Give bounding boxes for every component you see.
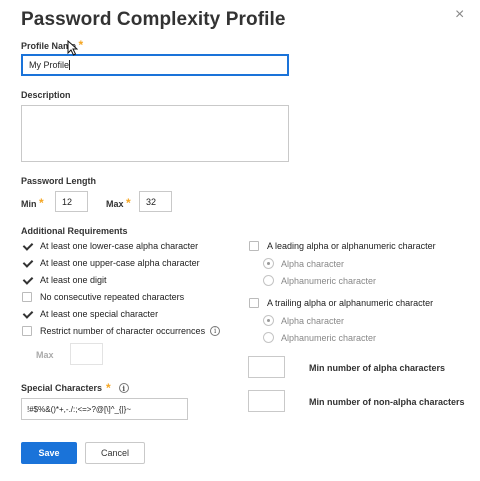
checkbox[interactable] (22, 241, 32, 251)
profile-name-input[interactable]: My Profile (21, 54, 289, 76)
min-non-alpha-input[interactable] (248, 390, 285, 412)
restrict-max-label: Max (36, 350, 54, 360)
close-icon[interactable]: × (455, 7, 464, 23)
required-marker: * (39, 196, 44, 210)
requirement-digit[interactable]: At least one digit (22, 275, 107, 285)
radio-button[interactable] (263, 332, 274, 343)
leading-alpha-option[interactable]: A leading alpha or alphanumeric characte… (249, 241, 436, 251)
checkbox[interactable] (249, 241, 259, 251)
min-non-alpha-label: Min number of non-alpha characters (309, 397, 465, 407)
description-label: Description (21, 90, 71, 100)
trailing-radio-alphanumeric[interactable]: Alphanumeric character (263, 332, 376, 343)
info-icon[interactable]: i (210, 326, 221, 336)
radio-button[interactable] (263, 315, 274, 326)
info-icon[interactable]: i (118, 383, 129, 393)
max-length-input[interactable]: 32 (139, 191, 172, 212)
leading-radio-alphanumeric[interactable]: Alphanumeric character (263, 275, 376, 286)
checkbox[interactable] (22, 275, 32, 285)
special-characters-input[interactable]: !#$%&()*+,-./:;<=>?@[\]^_{|}~ (21, 398, 188, 420)
requirement-special[interactable]: At least one special character (22, 309, 158, 319)
profile-name-value: My Profile (29, 60, 70, 70)
required-marker: * (106, 381, 111, 395)
trailing-alpha-option[interactable]: A trailing alpha or alphanumeric charact… (249, 298, 433, 308)
text-caret (69, 60, 71, 70)
checkbox[interactable] (22, 292, 32, 302)
trailing-radio-alpha[interactable]: Alpha character (263, 315, 344, 326)
requirement-uppercase[interactable]: At least one upper-case alpha character (22, 258, 200, 268)
max-length-label: Max * (106, 196, 131, 210)
requirement-restrict-occurrences[interactable]: Restrict number of character occurrences… (22, 326, 221, 336)
mouse-pointer-icon (67, 40, 78, 56)
min-length-input[interactable]: 12 (55, 191, 88, 212)
min-length-label: Min * (21, 196, 44, 210)
min-alpha-label: Min number of alpha characters (309, 363, 446, 373)
special-characters-label: Special Characters * i (21, 381, 129, 395)
required-marker: * (126, 196, 131, 210)
restrict-max-input[interactable] (70, 343, 103, 365)
dialog-title: Password Complexity Profile (21, 9, 286, 30)
additional-requirements-label: Additional Requirements (21, 226, 128, 236)
radio-button[interactable] (263, 258, 274, 269)
password-length-label: Password Length (21, 176, 97, 186)
save-button[interactable]: Save (21, 442, 77, 464)
leading-radio-alpha[interactable]: Alpha character (263, 258, 344, 269)
checkbox[interactable] (22, 326, 32, 336)
radio-button[interactable] (263, 275, 274, 286)
checkbox[interactable] (22, 309, 32, 319)
checkbox[interactable] (22, 258, 32, 268)
requirement-no-repeats[interactable]: No consecutive repeated characters (22, 292, 184, 302)
description-textarea[interactable] (21, 105, 289, 162)
requirement-lowercase[interactable]: At least one lower-case alpha character (22, 241, 198, 251)
checkbox[interactable] (249, 298, 259, 308)
min-alpha-input[interactable] (248, 356, 285, 378)
cancel-button[interactable]: Cancel (85, 442, 145, 464)
required-marker: * (78, 38, 84, 52)
